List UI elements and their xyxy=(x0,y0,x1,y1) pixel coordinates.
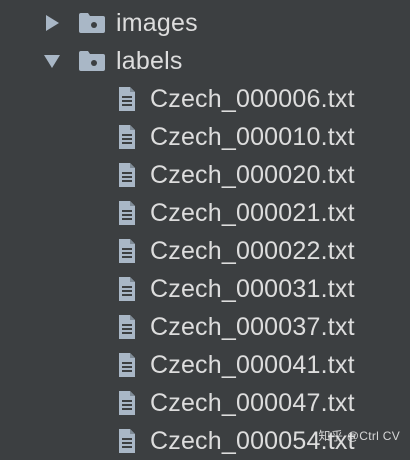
file-list: Czech_000006.txt Czech_000010.txt Czech_… xyxy=(0,80,410,460)
file-name: Czech_000021.txt xyxy=(150,198,355,227)
text-file-icon xyxy=(118,428,136,454)
folder-icon xyxy=(78,12,106,34)
tree-file-item[interactable]: Czech_000006.txt xyxy=(0,80,410,118)
folder-label: labels xyxy=(116,46,183,75)
file-name: Czech_000006.txt xyxy=(150,84,355,113)
text-file-icon xyxy=(118,276,136,302)
tree-file-item[interactable]: Czech_000020.txt xyxy=(0,156,410,194)
text-file-icon xyxy=(118,314,136,340)
collapse-arrow-icon[interactable] xyxy=(42,51,62,71)
tree-folder-labels[interactable]: labels xyxy=(0,42,410,80)
text-file-icon xyxy=(118,352,136,378)
file-name: Czech_000022.txt xyxy=(150,236,355,265)
folder-label: images xyxy=(116,8,198,37)
file-name: Czech_000037.txt xyxy=(150,312,355,341)
tree-file-item[interactable]: Czech_000010.txt xyxy=(0,118,410,156)
expand-arrow-icon[interactable] xyxy=(42,13,62,33)
file-name: Czech_000041.txt xyxy=(150,350,355,379)
tree-file-item[interactable]: Czech_000037.txt xyxy=(0,308,410,346)
tree-file-item[interactable]: Czech_000031.txt xyxy=(0,270,410,308)
file-name: Czech_000047.txt xyxy=(150,388,355,417)
text-file-icon xyxy=(118,200,136,226)
tree-file-item[interactable]: Czech_000047.txt xyxy=(0,384,410,422)
text-file-icon xyxy=(118,238,136,264)
text-file-icon xyxy=(118,390,136,416)
file-name: Czech_000020.txt xyxy=(150,160,355,189)
text-file-icon xyxy=(118,162,136,188)
tree-file-item[interactable]: Czech_000021.txt xyxy=(0,194,410,232)
folder-icon xyxy=(78,50,106,72)
file-name: Czech_000010.txt xyxy=(150,122,355,151)
project-tree: images labels Czech_000006.txt Czech_000… xyxy=(0,4,410,460)
watermark: 知乎 @Ctrl CV xyxy=(318,429,400,443)
file-name: Czech_000031.txt xyxy=(150,274,355,303)
tree-file-item[interactable]: Czech_000022.txt xyxy=(0,232,410,270)
tree-file-item[interactable]: Czech_000041.txt xyxy=(0,346,410,384)
text-file-icon xyxy=(118,86,136,112)
tree-folder-images[interactable]: images xyxy=(0,4,410,42)
text-file-icon xyxy=(118,124,136,150)
